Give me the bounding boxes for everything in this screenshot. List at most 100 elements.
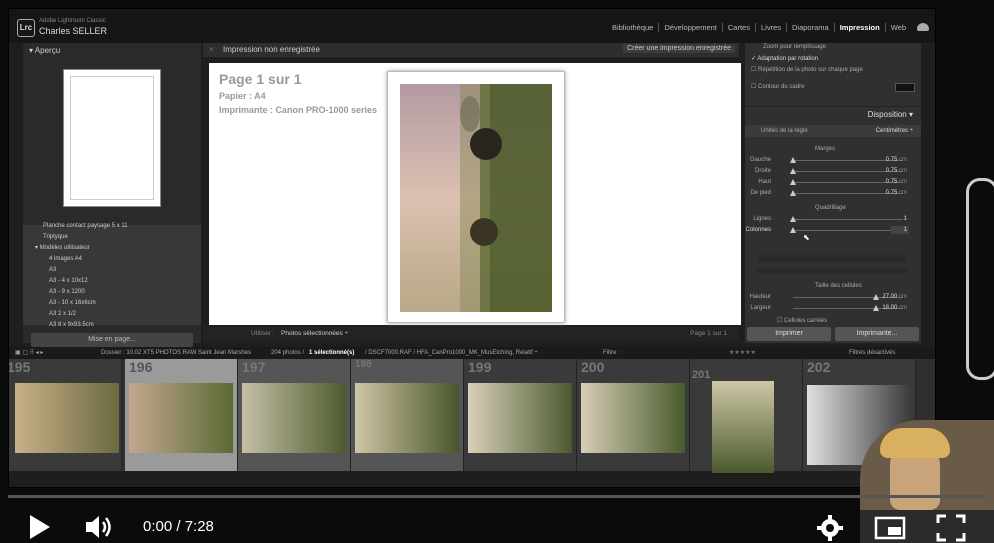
- units-select[interactable]: Centimètres ÷: [876, 128, 913, 134]
- zoom-fill-option[interactable]: Zoom pour remplissage: [763, 44, 826, 50]
- lrc-logo-icon: Lrc: [17, 19, 35, 37]
- border-color-swatch[interactable]: [895, 83, 915, 92]
- paper-info: Papier : A4: [219, 91, 266, 101]
- cell-width-value[interactable]: 18.00 cm: [882, 305, 907, 311]
- divider: [745, 106, 921, 107]
- print-button[interactable]: Imprimer: [747, 327, 831, 341]
- print-canvas: Page 1 sur 1 Papier : A4 Imprimante : Ca…: [209, 63, 741, 325]
- module-book[interactable]: Livres: [754, 23, 786, 32]
- module-bar: Lrc Adobe Lightroom Classic Charles SELL…: [9, 9, 935, 43]
- user-name: Charles SELLER: [39, 26, 108, 36]
- time-display: 0:00 / 7:28: [143, 518, 214, 535]
- close-icon[interactable]: ×: [209, 45, 214, 54]
- columns-label: Colonnes: [745, 227, 771, 233]
- template-item[interactable]: A3 - 10 x 16x6cm: [23, 298, 201, 309]
- fullscreen-icon[interactable]: [936, 514, 966, 542]
- checkbox-icon: ☐: [751, 84, 759, 90]
- miniplayer-icon[interactable]: [874, 516, 906, 540]
- margin-left-value[interactable]: 0.75 cm: [886, 157, 907, 163]
- margin-bottom-value[interactable]: 0.75 cm: [886, 190, 907, 196]
- print-name: Impression non enregistrée: [223, 45, 320, 54]
- ring-light: [966, 178, 994, 380]
- play-icon[interactable]: [28, 514, 52, 540]
- create-saved-print-button[interactable]: Créer une impression enregistrée: [623, 44, 735, 53]
- center-footer: Utiliser : Photos sélectionnées ÷ Page 1…: [203, 327, 739, 341]
- template-item[interactable]: A3 8 x 9x93.5cm: [23, 320, 201, 331]
- template-folder[interactable]: ▾ Modèles utilisateur: [23, 243, 201, 254]
- filmstrip-cell[interactable]: 197: [238, 359, 351, 471]
- brand-name: Adobe Lightroom Classic: [39, 18, 106, 24]
- repeat-photo-option[interactable]: ☐ Répétition de la photo sur chaque page: [751, 66, 863, 73]
- module-map[interactable]: Cartes: [721, 23, 755, 32]
- template-item[interactable]: A3 - 9 x 1200: [23, 287, 201, 298]
- print-photo[interactable]: [400, 84, 552, 312]
- filmstrip-cell[interactable]: 199: [464, 359, 577, 471]
- template-browser: Planche contact paysage 5 x 11 Triptyque…: [23, 223, 201, 328]
- printer-button[interactable]: Imprimante...: [835, 327, 919, 341]
- printer-info: Imprimante : Canon PRO-1000 series: [219, 105, 378, 115]
- columns-value[interactable]: 1: [904, 227, 907, 233]
- template-item[interactable]: Triptyque: [23, 232, 201, 243]
- filmstrip-cell[interactable]: 198: [351, 359, 464, 471]
- person-hair: [880, 428, 950, 458]
- photo-thumbnail[interactable]: [15, 383, 119, 453]
- photo-thumbnail[interactable]: [355, 383, 459, 453]
- filters-off-select[interactable]: Filtres désactivés: [849, 350, 895, 356]
- template-item[interactable]: A3 2 x 1/2: [23, 309, 201, 320]
- frame-border-option[interactable]: ☐ Contour du cadre: [751, 83, 804, 90]
- page-preview: [63, 69, 161, 207]
- module-picker: Bibliothèque Développement Cartes Livres…: [607, 23, 911, 32]
- margins-title: Marges: [815, 146, 836, 152]
- margin-right-label: Droite: [754, 168, 771, 174]
- slider-knob: [790, 157, 796, 163]
- module-print[interactable]: Impression: [833, 23, 885, 32]
- settings-gear-icon[interactable]: [816, 514, 844, 542]
- margin-right-value[interactable]: 0.75 cm: [886, 168, 907, 174]
- folder-path[interactable]: Dossier : 10.02 XT5 PHOTOS RAW Saint Jea…: [101, 350, 251, 356]
- preview-title: Aperçu: [34, 46, 61, 55]
- module-slideshow[interactable]: Diaporama: [786, 23, 834, 32]
- use-select[interactable]: Photos sélectionnées ÷: [281, 330, 348, 337]
- volume-icon[interactable]: [84, 514, 116, 540]
- player-controls: 0:00 / 7:28: [0, 498, 994, 543]
- module-develop[interactable]: Développement: [658, 23, 722, 32]
- filmstrip-cell[interactable]: 201: [690, 359, 803, 473]
- filmstrip-cell[interactable]: 200: [577, 359, 690, 471]
- filmstrip-cell[interactable]: 195: [9, 359, 122, 471]
- triangle-down-icon: ▾: [908, 110, 913, 119]
- photo-thumbnail[interactable]: [468, 383, 572, 453]
- margin-top-value[interactable]: 0.75 cm: [886, 179, 907, 185]
- module-web[interactable]: Web: [884, 23, 911, 32]
- preview-panel-header[interactable]: ▾ Aperçu: [29, 46, 60, 55]
- rows-slider[interactable]: [790, 216, 903, 222]
- filmstrip-cell-selected[interactable]: 196: [125, 359, 238, 471]
- photo-thumbnail[interactable]: [242, 383, 346, 453]
- cell-height-value[interactable]: 27.00 cm: [882, 294, 907, 300]
- grid-view-icon[interactable]: ▣ ▢ ⠿ ◂ ▸: [15, 349, 43, 356]
- template-item[interactable]: A3: [23, 265, 201, 276]
- photo-thumbnail[interactable]: [129, 383, 233, 453]
- rotate-fit-option[interactable]: ✓ Adaptation par rotation: [751, 55, 818, 62]
- margin-top-label: Haut: [758, 179, 771, 185]
- print-page[interactable]: [387, 71, 565, 323]
- file-name: / DSCF7000.RAF / HFA_CanPro1000_MK_MusEt…: [365, 350, 538, 356]
- photo-thumbnail[interactable]: [581, 383, 685, 453]
- photo-count: 204 photos /: [271, 350, 305, 356]
- square-cells-option[interactable]: ☐ Cellules carrées: [777, 317, 827, 324]
- layout-section-title[interactable]: Disposition ▾: [868, 110, 913, 119]
- template-item[interactable]: Planche contact paysage 5 x 11: [23, 221, 201, 232]
- height-label: Hauteur: [749, 294, 771, 300]
- landscape-photo: [400, 84, 552, 312]
- photo-thumbnail[interactable]: [712, 381, 774, 473]
- columns-slider[interactable]: [790, 227, 903, 233]
- module-library[interactable]: Bibliothèque: [607, 23, 658, 32]
- cloud-icon[interactable]: [917, 23, 929, 31]
- print-buttons: Imprimer Imprimante...: [745, 327, 921, 345]
- template-item[interactable]: A3 - 4 x 10x12: [23, 276, 201, 287]
- star-rating-filter-icon[interactable]: ★★★★★: [729, 349, 756, 356]
- template-item[interactable]: 4 images A4: [23, 254, 201, 265]
- checkbox-icon: ☐: [751, 67, 759, 73]
- rows-value[interactable]: 1: [904, 216, 907, 222]
- page-setup-button[interactable]: Mise en page...: [31, 333, 193, 347]
- page-info: Page 1 sur 1: [219, 71, 302, 87]
